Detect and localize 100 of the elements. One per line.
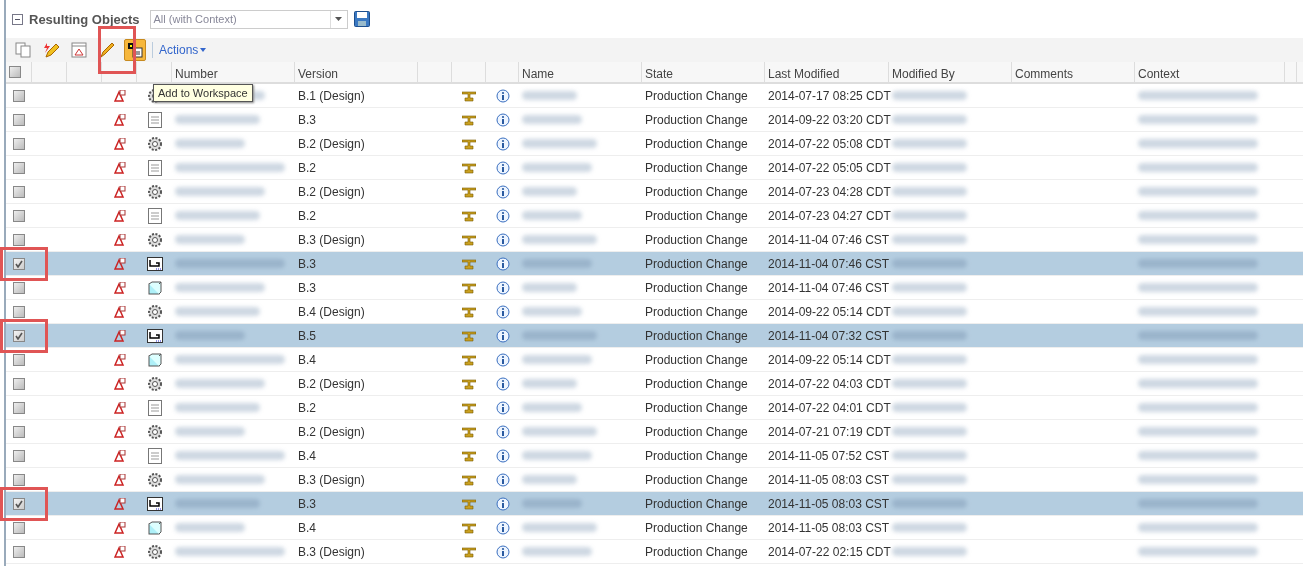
pdf-icon[interactable]	[113, 401, 126, 414]
info-icon[interactable]	[495, 112, 510, 127]
pdf-icon[interactable]	[113, 521, 126, 534]
redacted-text	[522, 475, 577, 484]
pdf-icon[interactable]	[113, 353, 126, 366]
row-checkbox[interactable]	[13, 185, 25, 198]
anvil-icon[interactable]	[462, 113, 476, 126]
table-cell-text: 2014-11-05 07:52 CST	[767, 447, 889, 465]
info-icon[interactable]	[495, 328, 510, 343]
pdf-icon[interactable]	[113, 89, 126, 102]
column-header[interactable]: Modified By	[889, 62, 1012, 82]
pdf-icon[interactable]	[113, 545, 126, 558]
anvil-icon[interactable]	[462, 233, 476, 246]
row-checkbox[interactable]	[13, 545, 25, 558]
anvil-icon[interactable]	[462, 377, 476, 390]
pdf-icon[interactable]	[113, 425, 126, 438]
pdf-icon[interactable]	[113, 113, 126, 126]
row-checkbox[interactable]	[13, 377, 25, 390]
info-icon[interactable]	[495, 376, 510, 391]
actions-menu[interactable]: Actions	[159, 43, 207, 57]
info-icon[interactable]	[495, 448, 510, 463]
info-icon[interactable]	[495, 472, 510, 487]
column-header[interactable]: Name	[519, 62, 642, 82]
caret-icon[interactable]	[335, 17, 343, 21]
row-checkbox[interactable]	[13, 281, 25, 294]
anvil-icon[interactable]	[462, 545, 476, 558]
anvil-icon[interactable]	[462, 161, 476, 174]
column-header[interactable]: Last Modified	[765, 62, 889, 82]
row-checkbox[interactable]	[13, 473, 25, 486]
info-icon[interactable]	[495, 280, 510, 295]
info-icon[interactable]	[495, 496, 510, 511]
row-checkbox[interactable]	[13, 257, 25, 270]
info-icon[interactable]	[495, 160, 510, 175]
pdf-icon[interactable]	[113, 137, 126, 150]
row-checkbox[interactable]	[13, 113, 25, 126]
info-icon[interactable]	[495, 88, 510, 103]
anvil-icon[interactable]	[462, 209, 476, 222]
pdf-icon[interactable]	[113, 257, 126, 270]
anvil-icon[interactable]	[462, 449, 476, 462]
caret-icon[interactable]	[200, 48, 207, 52]
table-row[interactable]: B.5 Production Change 2014-11-04 07:32 CST	[6, 324, 1303, 348]
select-all-checkbox[interactable]	[9, 65, 21, 78]
pdf-icon[interactable]	[113, 281, 126, 294]
pdf-icon[interactable]	[113, 233, 126, 246]
save-icon[interactable]	[353, 11, 370, 27]
pdf-icon[interactable]	[113, 305, 126, 318]
info-icon[interactable]	[495, 304, 510, 319]
info-icon[interactable]	[495, 208, 510, 223]
pdf-icon[interactable]	[113, 329, 126, 342]
anvil-icon[interactable]	[462, 401, 476, 414]
pdf-icon[interactable]	[113, 377, 126, 390]
row-checkbox[interactable]	[13, 305, 25, 318]
column-header[interactable]: Context	[1135, 62, 1285, 82]
row-checkbox[interactable]	[13, 161, 25, 174]
table-row[interactable]: B.3 Production Change 2014-11-04 07:46 CST	[6, 252, 1303, 276]
info-icon[interactable]	[495, 400, 510, 415]
row-checkbox[interactable]	[13, 425, 25, 438]
anvil-icon[interactable]	[462, 425, 476, 438]
anvil-icon[interactable]	[462, 473, 476, 486]
row-checkbox[interactable]	[13, 353, 25, 366]
redacted-text	[522, 499, 582, 508]
pdf-icon[interactable]	[113, 209, 126, 222]
table-row[interactable]: B.3 Production Change 2014-11-05 08:03 CST	[6, 492, 1303, 516]
pdf-icon[interactable]	[113, 161, 126, 174]
info-icon[interactable]	[495, 232, 510, 247]
pdf-icon[interactable]	[113, 185, 126, 198]
row-checkbox[interactable]	[13, 401, 25, 414]
column-header[interactable]: Comments	[1012, 62, 1135, 82]
row-checkbox[interactable]	[13, 329, 25, 342]
filter-dropdown[interactable]: All (with Context)	[149, 9, 348, 29]
anvil-icon[interactable]	[462, 281, 476, 294]
column-header[interactable]: Number	[172, 62, 295, 82]
anvil-icon[interactable]	[462, 353, 476, 366]
column-header[interactable]: State	[642, 62, 765, 82]
row-checkbox[interactable]	[13, 89, 25, 102]
info-icon[interactable]	[495, 544, 510, 559]
pdf-icon[interactable]	[113, 497, 126, 510]
info-icon[interactable]	[495, 184, 510, 199]
anvil-icon[interactable]	[462, 185, 476, 198]
info-icon[interactable]	[495, 424, 510, 439]
redacted-text	[522, 355, 592, 364]
anvil-icon[interactable]	[462, 305, 476, 318]
info-icon[interactable]	[495, 520, 510, 535]
anvil-icon[interactable]	[462, 521, 476, 534]
row-checkbox[interactable]	[13, 521, 25, 534]
row-checkbox[interactable]	[13, 137, 25, 150]
column-header[interactable]: Version	[295, 62, 418, 82]
info-icon[interactable]	[495, 136, 510, 151]
anvil-icon[interactable]	[462, 137, 476, 150]
add-to-workspace-button[interactable]	[124, 39, 146, 61]
row-checkbox[interactable]	[13, 209, 25, 222]
anvil-icon[interactable]	[462, 89, 476, 102]
pdf-icon[interactable]	[113, 473, 126, 486]
row-checkbox[interactable]	[13, 449, 25, 462]
info-icon[interactable]	[495, 256, 510, 271]
info-icon[interactable]	[495, 352, 510, 367]
collapse-toggle[interactable]	[12, 13, 23, 25]
row-checkbox[interactable]	[13, 497, 25, 510]
pdf-icon[interactable]	[113, 449, 126, 462]
row-checkbox[interactable]	[13, 233, 25, 246]
